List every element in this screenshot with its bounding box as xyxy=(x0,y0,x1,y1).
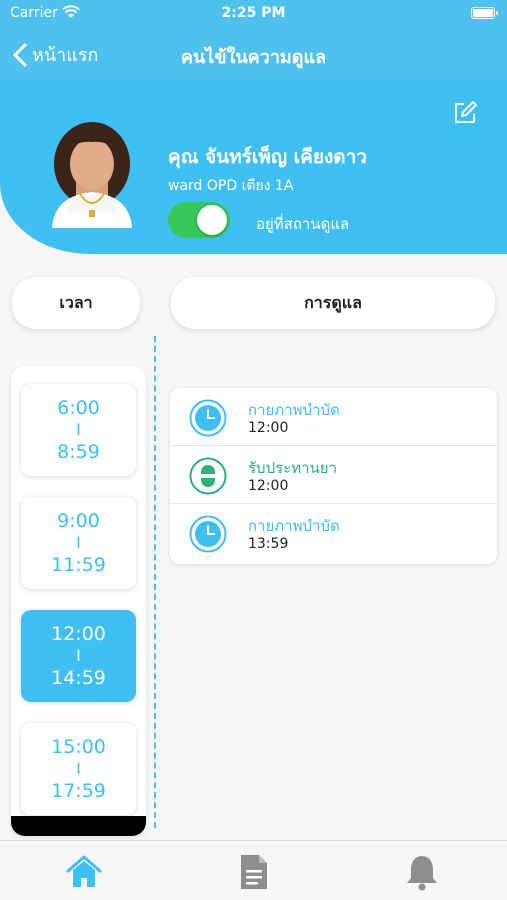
care-task-row[interactable]: รับประทานยา 12:00 xyxy=(170,446,497,504)
home-icon[interactable] xyxy=(64,853,104,891)
slot-start: 15:00 xyxy=(51,736,106,758)
care-column-header[interactable]: การดูแล xyxy=(171,277,495,329)
page-title: คนไข้ในความดูแล xyxy=(180,47,327,68)
at-facility-toggle[interactable] xyxy=(168,202,230,238)
patient-profile-card: คุณ จันทร์เพ็ญ เคียงดาว ward OPD เตียง 1… xyxy=(0,80,507,254)
edit-icon[interactable] xyxy=(452,100,478,126)
care-task-list: กายภาพบำบัด 12:00 รับประทานยา 12:00 กายภ… xyxy=(170,388,497,564)
time-slot[interactable]: 9:00 I 11:59 xyxy=(21,497,136,589)
care-task-label: กายภาพบำบัด xyxy=(248,517,340,535)
time-column-header[interactable]: เวลา xyxy=(12,277,140,329)
slot-start: 12:00 xyxy=(51,623,106,645)
time-slot-list[interactable]: 6:00 I 8:59 9:00 I 11:59 12:00 I 14:59 1… xyxy=(11,366,146,836)
slot-start: 9:00 xyxy=(57,510,100,532)
toggle-knob xyxy=(197,205,227,235)
tab-bar xyxy=(0,840,507,900)
list-bottom-bar xyxy=(11,816,146,836)
time-slot[interactable]: 6:00 I 8:59 xyxy=(21,384,136,476)
slot-end: 11:59 xyxy=(51,554,106,576)
clock-icon xyxy=(189,515,227,553)
care-task-label: รับประทานยา xyxy=(248,459,337,477)
at-facility-label: อยู่ที่สถานดูแล xyxy=(256,215,350,233)
care-task-time: 12:00 xyxy=(248,478,289,494)
patient-avatar xyxy=(52,122,132,228)
slot-separator: I xyxy=(76,646,81,665)
care-task-row[interactable]: กายภาพบำบัด 12:00 xyxy=(170,388,497,446)
time-slot[interactable]: 15:00 I 17:59 xyxy=(21,723,136,815)
slot-separator: I xyxy=(76,533,81,552)
slot-separator: I xyxy=(76,759,81,778)
bell-icon[interactable] xyxy=(402,853,442,891)
time-slot-selected[interactable]: 12:00 I 14:59 xyxy=(21,610,136,702)
patient-name: คุณ จันทร์เพ็ญ เคียงดาว xyxy=(168,146,367,168)
pill-icon xyxy=(189,457,227,495)
clock-icon xyxy=(189,399,227,437)
patient-ward: ward OPD เตียง 1A xyxy=(168,178,294,194)
battery-icon xyxy=(471,7,498,19)
navigation-bar: หน้าแรก คนไข้ในความดูแล xyxy=(0,28,507,80)
column-divider xyxy=(154,336,156,828)
document-icon[interactable] xyxy=(234,853,274,891)
clock-time: 2:25 PM xyxy=(221,5,286,21)
slot-start: 6:00 xyxy=(57,397,100,419)
slot-separator: I xyxy=(76,420,81,439)
care-task-row[interactable]: กายภาพบำบัด 13:59 xyxy=(170,504,497,562)
slot-end: 14:59 xyxy=(51,667,106,689)
care-task-time: 12:00 xyxy=(248,420,289,436)
slot-end: 17:59 xyxy=(51,780,106,802)
status-bar: Carrier 2:25 PM xyxy=(0,0,507,28)
slot-end: 8:59 xyxy=(57,441,100,463)
care-task-time: 13:59 xyxy=(248,536,289,552)
care-task-label: กายภาพบำบัด xyxy=(248,401,340,419)
